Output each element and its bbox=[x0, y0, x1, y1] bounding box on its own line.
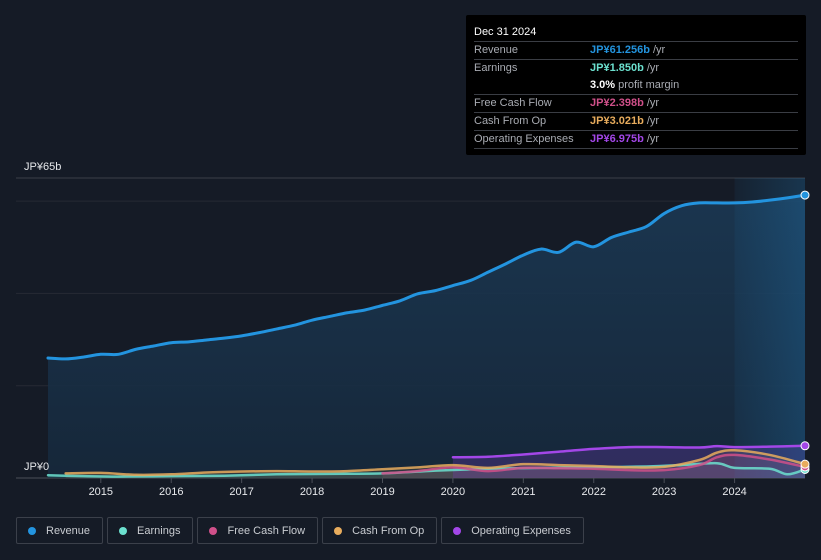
tooltip-unit: /yr bbox=[646, 97, 660, 109]
tooltip-value: 3.0% bbox=[590, 79, 616, 91]
tooltip-unit: /yr bbox=[646, 62, 660, 74]
tooltip-value: JP¥1.850b bbox=[590, 62, 644, 74]
legend-label: Cash From Op bbox=[352, 524, 425, 537]
legend: Revenue Earnings Free Cash Flow Cash From O… bbox=[16, 517, 584, 544]
tooltip-row-free-cash-flow: Free Cash Flow JP¥2.398b/yr bbox=[474, 95, 798, 113]
x-tick-label: 2020 bbox=[441, 486, 465, 498]
x-tick-label: 2019 bbox=[370, 486, 394, 498]
marker-operating-expenses bbox=[800, 441, 810, 451]
legend-dot-icon bbox=[119, 526, 128, 535]
tooltip-row-cash-from-op: Cash From Op JP¥3.021b/yr bbox=[474, 113, 798, 131]
marker-revenue bbox=[800, 190, 810, 200]
legend-dot-icon bbox=[334, 526, 343, 535]
legend-item-revenue[interactable]: Revenue bbox=[16, 517, 104, 544]
tooltip-value: JP¥6.975b bbox=[590, 133, 644, 145]
x-tick-label: 2021 bbox=[511, 486, 535, 498]
legend-item-operating-expenses[interactable]: Operating Expenses bbox=[441, 517, 584, 544]
tooltip-label: Revenue bbox=[474, 44, 519, 56]
tooltip-label: Earnings bbox=[474, 62, 518, 74]
legend-dot-icon bbox=[453, 526, 462, 535]
legend-item-earnings[interactable]: Earnings bbox=[107, 517, 194, 544]
tooltip-label: Cash From Op bbox=[474, 115, 547, 127]
tooltip-unit: /yr bbox=[646, 133, 660, 145]
highlight-region bbox=[734, 178, 805, 478]
tooltip: Dec 31 2024 Revenue JP¥61.256b/yr Earnings… bbox=[466, 15, 806, 155]
series-areas bbox=[48, 195, 805, 479]
y-tick-label-zero: JP¥0 bbox=[24, 461, 49, 473]
x-tick-label: 2022 bbox=[582, 486, 606, 498]
x-tick-label: 2017 bbox=[229, 486, 253, 498]
tooltip-date: Dec 31 2024 bbox=[474, 23, 798, 42]
tooltip-value: JP¥61.256b bbox=[590, 44, 650, 56]
legend-label: Operating Expenses bbox=[471, 524, 571, 537]
x-tick-label: 2024 bbox=[722, 486, 746, 498]
tooltip-value: JP¥3.021b bbox=[590, 115, 644, 127]
tooltip-label: Operating Expenses bbox=[474, 133, 574, 145]
tooltip-row-operating-expenses: Operating Expenses JP¥6.975b/yr bbox=[474, 131, 798, 149]
y-tick-label-top: JP¥65b bbox=[24, 161, 61, 173]
tooltip-unit: /yr bbox=[652, 44, 666, 56]
tooltip-row-profit-margin: 3.0% profit margin bbox=[474, 77, 798, 95]
x-tick-label: 2015 bbox=[89, 486, 113, 498]
legend-dot-icon bbox=[28, 526, 36, 535]
x-tick-label: 2023 bbox=[652, 486, 676, 498]
legend-dot-icon bbox=[209, 526, 218, 535]
legend-item-cash-from-op[interactable]: Cash From Op bbox=[322, 517, 438, 544]
legend-label: Earnings bbox=[137, 524, 181, 537]
x-tick-label: 2016 bbox=[159, 486, 183, 498]
x-tick-label: 2018 bbox=[300, 486, 324, 498]
tooltip-label bbox=[474, 77, 590, 94]
legend-item-free-cash-flow[interactable]: Free Cash Flow bbox=[197, 517, 319, 544]
tooltip-unit: /yr bbox=[646, 115, 660, 127]
legend-label: Free Cash Flow bbox=[227, 524, 306, 537]
area-revenue bbox=[48, 195, 805, 479]
legend-label: Revenue bbox=[46, 524, 91, 537]
tooltip-row-revenue: Revenue JP¥61.256b/yr bbox=[474, 42, 798, 60]
tooltip-label: Free Cash Flow bbox=[474, 97, 552, 109]
x-axis: 2015 2016 2017 2018 2019 2020 2021 2022 2023 2024 bbox=[89, 478, 747, 498]
tooltip-value: JP¥2.398b bbox=[590, 97, 644, 109]
tooltip-unit: profit margin bbox=[618, 79, 680, 91]
tooltip-row-earnings: Earnings JP¥1.850b/yr bbox=[474, 60, 798, 77]
marker-cash-from-op bbox=[800, 459, 810, 469]
